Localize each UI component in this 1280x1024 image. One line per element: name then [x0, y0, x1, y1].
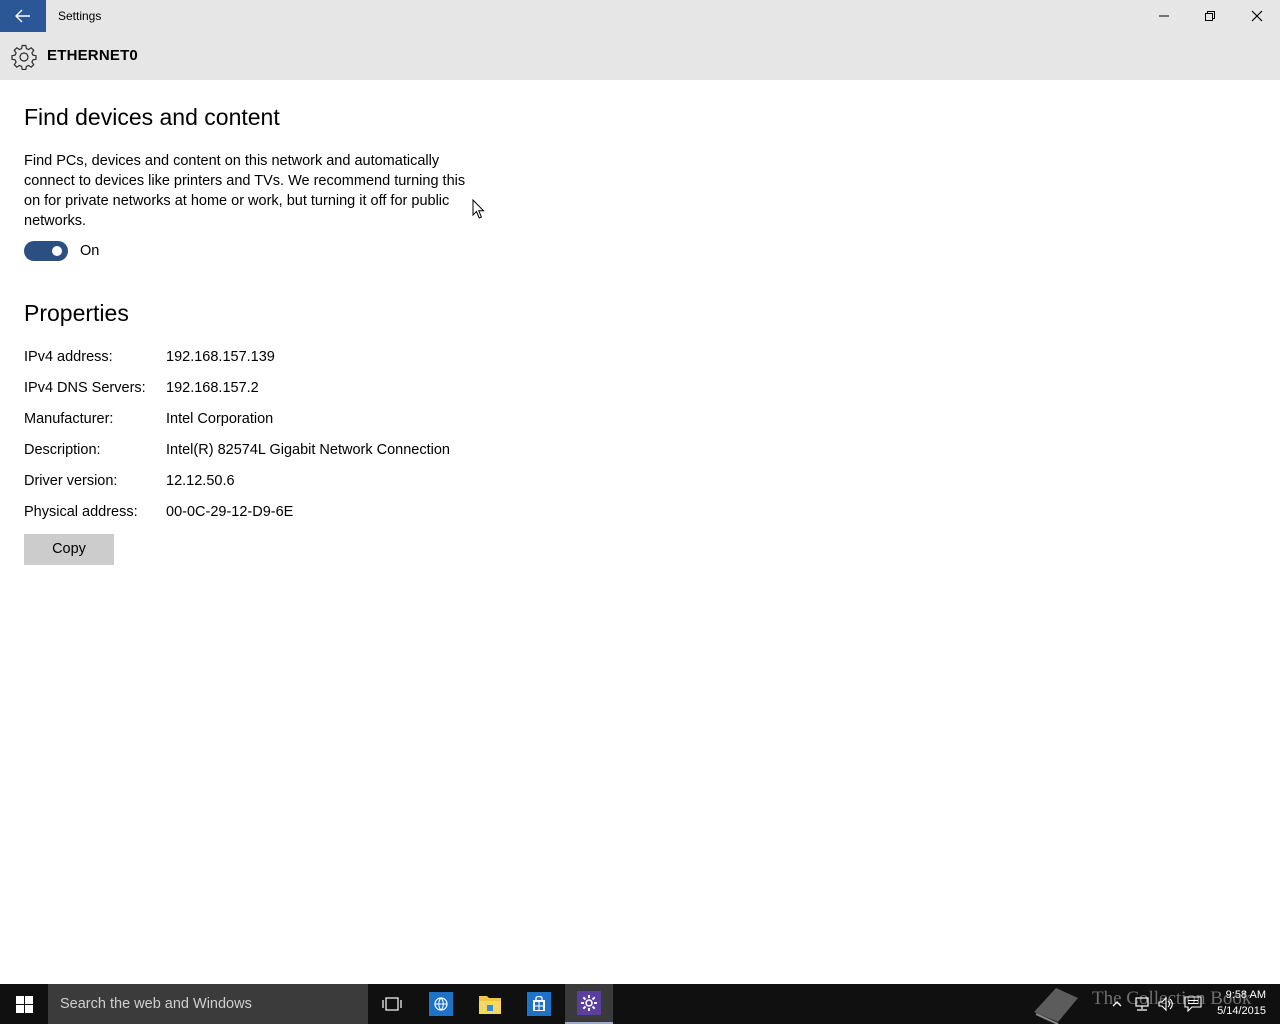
settings-gear-icon: [577, 991, 601, 1015]
driver-version-value: 12.12.50.6: [166, 473, 235, 489]
start-button[interactable]: [0, 984, 48, 1024]
physical-address-value: 00-0C-29-12-D9-6E: [166, 504, 294, 520]
network-icon: [1135, 997, 1149, 1011]
back-button[interactable]: [0, 0, 46, 32]
volume-icon: [1158, 996, 1173, 1012]
volume-tray-button[interactable]: [1155, 984, 1177, 1024]
toggle-knob: [52, 246, 62, 256]
manufacturer-label: Manufacturer:: [24, 411, 114, 427]
network-tray-button[interactable]: [1131, 984, 1153, 1024]
find-devices-description: Find PCs, devices and content on this ne…: [24, 153, 466, 229]
properties-heading: Properties: [24, 300, 129, 326]
find-devices-heading: Find devices and content: [24, 104, 280, 130]
close-icon: [1251, 10, 1263, 22]
chevron-up-icon: [1112, 1001, 1122, 1007]
taskbar-store[interactable]: [515, 984, 563, 1024]
action-center-button[interactable]: [1182, 984, 1204, 1024]
taskbar-settings[interactable]: [565, 984, 613, 1024]
internet-explorer-icon: [429, 992, 453, 1016]
taskbar-file-explorer[interactable]: [466, 984, 514, 1024]
manufacturer-value: Intel Corporation: [166, 411, 274, 427]
ipv4-dns-value: 192.168.157.2: [166, 380, 259, 396]
book-icon: [1034, 988, 1078, 1024]
ipv4-dns-label: IPv4 DNS Servers:: [24, 380, 146, 396]
back-arrow-icon: [15, 9, 30, 23]
restore-button[interactable]: [1187, 0, 1233, 32]
search-placeholder: Search the web and Windows: [60, 996, 252, 1012]
minimize-button[interactable]: [1141, 0, 1187, 32]
copy-button[interactable]: Copy: [24, 534, 114, 565]
task-view-button[interactable]: [368, 984, 416, 1024]
windows-logo-icon: [15, 995, 33, 1013]
toggle-state-label: On: [80, 243, 100, 259]
taskbar-clock[interactable]: 9:58 AM 5/14/2015: [1206, 987, 1266, 1019]
taskbar: Search the web and Windows The Collectio…: [0, 984, 1280, 1024]
show-hidden-icons-button[interactable]: [1106, 984, 1128, 1024]
taskbar-browser[interactable]: [417, 984, 465, 1024]
physical-address-label: Physical address:: [24, 504, 138, 520]
file-explorer-icon: [479, 996, 501, 1014]
close-button[interactable]: [1234, 0, 1280, 32]
window-title: Settings: [58, 9, 102, 23]
title-bar: Settings: [0, 0, 1280, 32]
ipv4-address-value: 192.168.157.139: [166, 349, 275, 365]
task-view-icon: [382, 997, 402, 1011]
driver-version-label: Driver version:: [24, 473, 118, 489]
action-center-icon: [1184, 996, 1202, 1012]
clock-date: 5/14/2015: [1217, 1005, 1266, 1017]
taskbar-search[interactable]: Search the web and Windows: [48, 984, 368, 1024]
page-header: ETHERNET0: [0, 32, 1280, 80]
store-icon: [527, 992, 551, 1016]
page-title: ETHERNET0: [47, 47, 138, 64]
description-label: Description:: [24, 442, 101, 458]
gear-icon: [11, 44, 37, 70]
minimize-icon: [1159, 15, 1169, 17]
restore-icon: [1205, 11, 1215, 21]
clock-time: 9:58 AM: [1225, 989, 1266, 1001]
ipv4-address-label: IPv4 address:: [24, 349, 113, 365]
find-devices-toggle[interactable]: [24, 241, 68, 261]
mouse-cursor-icon: [472, 199, 485, 219]
description-value: Intel(R) 82574L Gigabit Network Connecti…: [166, 442, 450, 458]
